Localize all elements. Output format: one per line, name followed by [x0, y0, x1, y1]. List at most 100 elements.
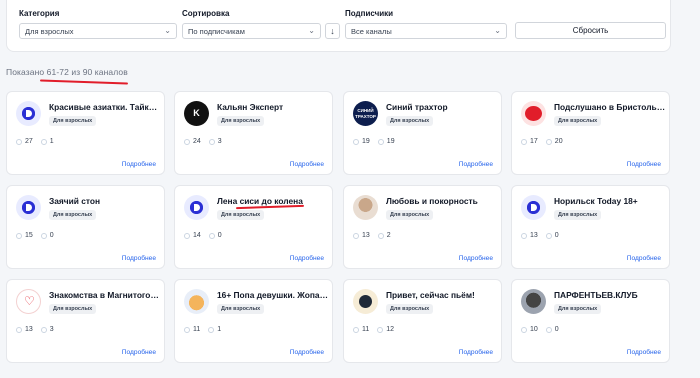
details-link[interactable]: Подробнее: [627, 161, 661, 168]
details-link[interactable]: Подробнее: [122, 161, 156, 168]
details-link[interactable]: Подробнее: [459, 349, 493, 356]
posts-icon: [40, 138, 47, 145]
channel-title[interactable]: Любовь и покорность: [386, 196, 498, 206]
channel-card[interactable]: Красивые азиатки. Тайки, ... Для взрослы…: [6, 91, 165, 175]
channel-title[interactable]: Лена сиси до колена: [217, 196, 329, 206]
channel-title[interactable]: Кальян Эксперт: [217, 102, 329, 112]
stat-subscribers: 17: [530, 138, 538, 145]
stat-posts: 1: [49, 138, 54, 145]
stat-posts: 3: [49, 326, 54, 333]
details-link[interactable]: Подробнее: [122, 349, 156, 356]
details-link[interactable]: Подробнее: [459, 255, 493, 262]
channel-card[interactable]: Знакомства в Магнитогорс... Для взрослых…: [6, 279, 165, 363]
channel-avatar: [521, 195, 546, 220]
details-link[interactable]: Подробнее: [122, 255, 156, 262]
stat-subscribers: 19: [362, 138, 370, 145]
posts-icon: [545, 138, 552, 145]
channel-card[interactable]: K Кальян Эксперт Для взрослых 24 3 Подро…: [174, 91, 333, 175]
channel-card[interactable]: Заячий стон Для взрослых 15 0 Подробнее: [6, 185, 165, 269]
channel-avatar: [16, 195, 41, 220]
category-badge: Для взрослых: [217, 116, 265, 126]
channel-stats: 19 19: [353, 138, 395, 145]
category-select-value: Для взрослых: [25, 27, 74, 36]
details-link[interactable]: Подробнее: [627, 349, 661, 356]
channel-card[interactable]: 16+ Попа девушки. Жопас... Для взрослых …: [174, 279, 333, 363]
channel-stats: 10 0: [521, 326, 559, 333]
stat-posts: 2: [386, 232, 391, 239]
channel-title[interactable]: Заячий стон: [49, 196, 161, 206]
results-count: Показано 61-72 из 90 каналов: [6, 67, 128, 77]
chevron-down-icon: ⌄: [494, 26, 501, 35]
category-badge: Для взрослых: [49, 116, 97, 126]
channel-avatar: K: [184, 101, 209, 126]
channel-title[interactable]: Синий трахтор: [386, 102, 498, 112]
chevron-down-icon: ⌄: [308, 26, 315, 35]
stat-posts: 1: [217, 326, 222, 333]
stat-posts: 20: [554, 138, 563, 145]
subscribers-icon: [353, 138, 359, 145]
channel-avatar: СИНИЙ ТРАХТОР: [353, 101, 378, 126]
channel-stats: 13 3: [16, 326, 54, 333]
channel-stats: 13 0: [521, 232, 559, 239]
channel-stats: 11 12: [353, 326, 394, 333]
channel-title[interactable]: 16+ Попа девушки. Жопас...: [217, 290, 329, 300]
channel-title[interactable]: Красивые азиатки. Тайки, ...: [49, 102, 161, 112]
channel-card[interactable]: Подслушано в Бристоль 1... Для взрослых …: [511, 91, 670, 175]
channel-title[interactable]: Подслушано в Бристоль 1...: [554, 102, 666, 112]
stat-subscribers: 24: [193, 138, 201, 145]
details-link[interactable]: Подробнее: [459, 161, 493, 168]
channel-title[interactable]: ПАРФЕНТЬЕВ.КЛУБ: [554, 290, 666, 300]
subscribers-icon: [16, 138, 22, 145]
stat-posts: 19: [386, 138, 395, 145]
stat-subscribers: 14: [193, 232, 201, 239]
stat-subscribers: 11: [193, 326, 201, 333]
posts-icon: [208, 232, 215, 239]
details-link[interactable]: Подробнее: [290, 349, 324, 356]
subscribers-icon: [16, 326, 22, 333]
channel-card[interactable]: ПАРФЕНТЬЕВ.КЛУБ Для взрослых 10 0 Подроб…: [511, 279, 670, 363]
details-link[interactable]: Подробнее: [290, 255, 324, 262]
category-badge: Для взрослых: [554, 304, 602, 314]
subscribers-icon: [521, 326, 527, 333]
annotation-underline: [39, 79, 129, 85]
posts-icon: [208, 326, 215, 333]
posts-icon: [40, 232, 47, 239]
channel-card[interactable]: Лена сиси до колена Для взрослых 14 0 По…: [174, 185, 333, 269]
sort-direction-button[interactable]: ↓: [325, 23, 340, 39]
details-link[interactable]: Подробнее: [290, 161, 324, 168]
stat-subscribers: 15: [25, 232, 33, 239]
channel-card[interactable]: Привет, сейчас пьём! Для взрослых 11 12 …: [343, 279, 502, 363]
category-badge: Для взрослых: [386, 116, 434, 126]
category-select[interactable]: Для взрослых ⌄: [19, 23, 177, 39]
category-badge: Для взрослых: [49, 304, 97, 314]
channel-card[interactable]: Норильск Today 18+ Для взрослых 13 0 Под…: [511, 185, 670, 269]
subscribers-icon: [184, 232, 190, 239]
reset-button[interactable]: Сбросить: [515, 22, 666, 39]
details-link[interactable]: Подробнее: [627, 255, 661, 262]
channel-stats: 27 1: [16, 138, 54, 145]
subscribers-label: Подписчики: [345, 9, 394, 18]
posts-icon: [377, 232, 384, 239]
subscribers-icon: [521, 232, 527, 239]
stat-posts: 0: [217, 232, 222, 239]
category-badge: Для взрослых: [554, 210, 602, 220]
stat-posts: 0: [554, 326, 559, 333]
channel-card[interactable]: СИНИЙ ТРАХТОР Синий трахтор Для взрослых…: [343, 91, 502, 175]
stat-subscribers: 11: [362, 326, 370, 333]
channel-avatar: [184, 289, 209, 314]
posts-icon: [40, 326, 47, 333]
channel-avatar: [16, 289, 41, 314]
category-badge: Для взрослых: [386, 210, 434, 220]
subscribers-icon: [184, 138, 190, 145]
channel-title[interactable]: Знакомства в Магнитогорс...: [49, 290, 161, 300]
stat-posts: 0: [554, 232, 559, 239]
subscribers-select[interactable]: Все каналы ⌄: [345, 23, 507, 39]
channel-title[interactable]: Норильск Today 18+: [554, 196, 666, 206]
sort-select[interactable]: По подписчикам ⌄: [182, 23, 321, 39]
category-badge: Для взрослых: [217, 210, 265, 220]
subscribers-icon: [353, 326, 359, 333]
channel-card[interactable]: Любовь и покорность Для взрослых 13 2 По…: [343, 185, 502, 269]
channel-title[interactable]: Привет, сейчас пьём!: [386, 290, 498, 300]
chevron-down-icon: ⌄: [164, 26, 171, 35]
channel-stats: 17 20: [521, 138, 563, 145]
